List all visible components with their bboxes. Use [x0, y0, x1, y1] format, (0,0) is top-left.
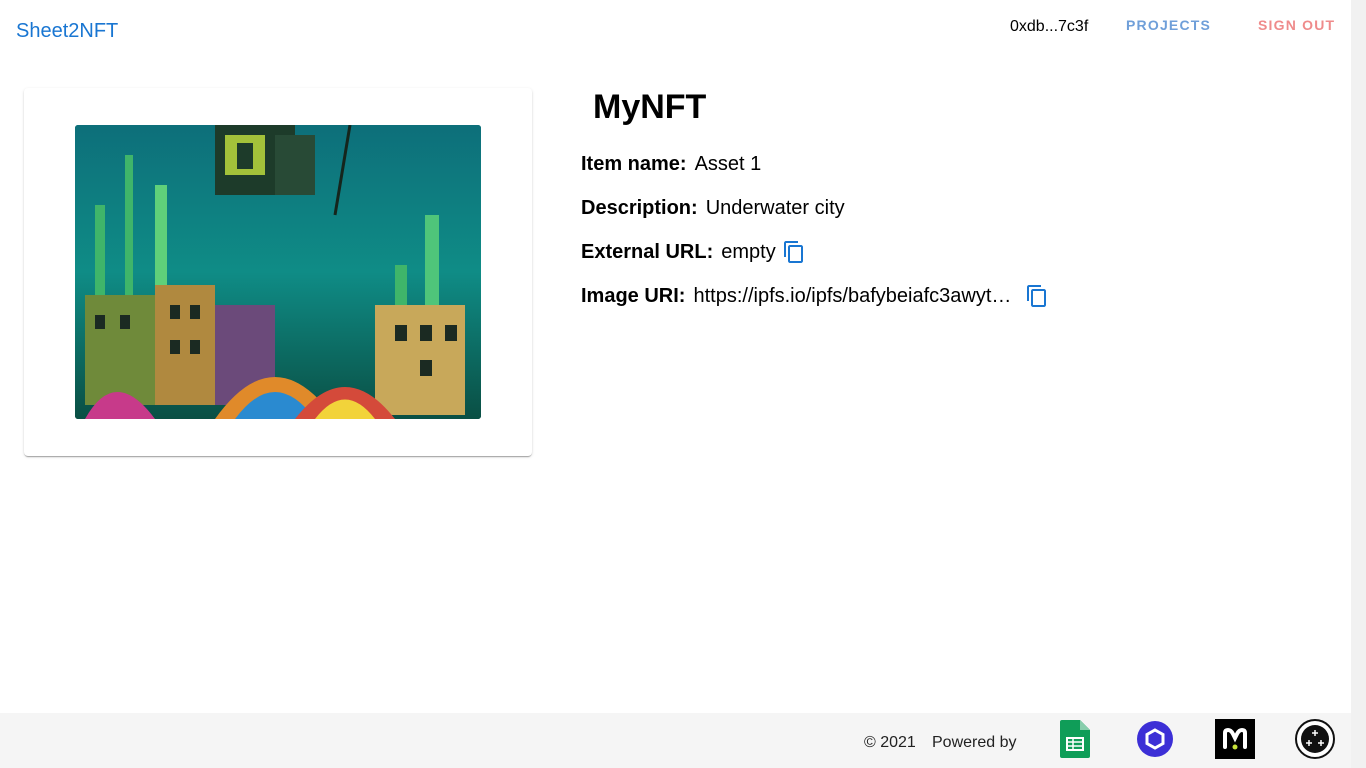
nft-storage-icon[interactable] — [1295, 719, 1335, 759]
description-value: Underwater city — [705, 196, 845, 219]
wallet-address: 0xdb...7c3f — [1010, 18, 1089, 35]
projects-button[interactable]: PROJECTS — [1126, 17, 1211, 33]
nft-image-card — [24, 88, 532, 456]
page-scrollbar[interactable] — [1351, 0, 1366, 768]
description-label: Description: — [581, 196, 698, 219]
copy-image-uri-icon[interactable] — [1025, 284, 1049, 308]
external-url-value: empty — [721, 240, 776, 263]
image-uri-label: Image URI: — [581, 284, 686, 307]
google-sheets-icon[interactable] — [1055, 719, 1095, 759]
copyright-text: © 2021 — [864, 734, 916, 751]
app-header: Sheet2NFT 0xdb...7c3f PROJECTS SIGN OUT — [0, 0, 1351, 64]
powered-by-text: Powered by — [932, 734, 1017, 751]
item-name-label: Item name: — [581, 152, 687, 175]
nft-image — [75, 125, 481, 419]
external-url-label: External URL: — [581, 240, 714, 263]
magic-icon[interactable] — [1215, 719, 1255, 759]
brand-link[interactable]: Sheet2NFT — [16, 20, 118, 43]
chainlink-icon[interactable] — [1135, 719, 1175, 759]
nft-title: MyNFT — [593, 88, 707, 126]
image-uri-value: https://ipfs.io/ipfs/bafybeiafc3awyt… — [693, 284, 1012, 307]
external-url-row: External URL: empty — [581, 238, 806, 266]
sign-out-button[interactable]: SIGN OUT — [1258, 17, 1335, 33]
item-name-value: Asset 1 — [694, 152, 762, 175]
image-uri-row: Image URI: https://ipfs.io/ipfs/bafybeia… — [581, 282, 1049, 310]
copy-external-url-icon[interactable] — [782, 240, 806, 264]
description-row: Description: Underwater city — [581, 194, 845, 222]
item-name-row: Item name: Asset 1 — [581, 150, 761, 178]
footer: © 2021 Powered by — [0, 713, 1351, 768]
